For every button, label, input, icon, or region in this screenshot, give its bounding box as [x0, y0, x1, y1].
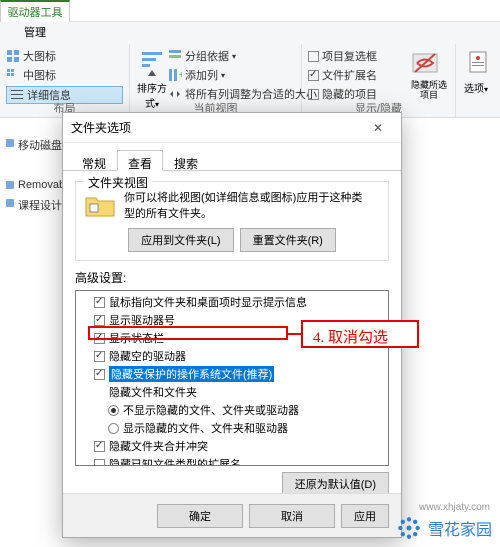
watermark: 雪花家园 [396, 515, 492, 541]
tree-show-tooltip[interactable]: 鼠标指向文件夹和桌面项时显示提示信息 [80, 293, 384, 311]
ribbon-body: 大图标 中图标 详细信息 布局 排序方式▾ 分组依据 ▾ +添加列 ▾ 将所有列… [0, 44, 500, 118]
folder-view-group-title: 文件夹视图 [84, 174, 152, 191]
view-medium-icons[interactable]: 中图标 [6, 67, 123, 83]
contextual-tab-drive-tools[interactable]: 驱动器工具 [0, 0, 70, 22]
folder-view-groupbox: 文件夹视图 你可以将此视图(如详细信息或图标)应用于这种类型的所有文件夹。 应用… [75, 181, 389, 261]
ok-button[interactable]: 确定 [157, 504, 243, 528]
options-icon[interactable] [462, 48, 494, 80]
watermark-url: www.xhjaty.com [419, 502, 490, 513]
contextual-subtab-manage[interactable]: 管理 [0, 22, 70, 44]
dialog-title-text: 文件夹选项 [71, 113, 131, 143]
medium-icons-icon [6, 68, 20, 82]
tab-view[interactable]: 查看 [117, 150, 163, 171]
snowflake-icon [396, 515, 422, 541]
tree-hide-known-ext[interactable]: 隐藏已知文件类型的扩展名 [80, 455, 384, 466]
dialog-footer: 确定 取消 应用 [63, 493, 401, 537]
apply-to-folders-button[interactable]: 应用到文件夹(L) [128, 228, 233, 252]
large-icons-icon [6, 49, 20, 63]
annotation-callout: 4. 取消勾选 [301, 320, 419, 348]
ribbon-tab-strip: 驱动器工具 [0, 0, 500, 22]
file-ext-toggle[interactable]: 文件扩展名 [308, 67, 409, 83]
nav-course[interactable]: 课程设计 [0, 194, 68, 216]
group-by[interactable]: 分组依据 ▾ [168, 48, 317, 64]
advanced-settings-label: 高级设置: [75, 269, 389, 286]
tree-hide-empty-drives[interactable]: 隐藏空的驱动器 [80, 347, 384, 365]
apply-button[interactable]: 应用 [341, 504, 389, 528]
hide-selected-icon[interactable] [409, 48, 441, 80]
view-large-icons[interactable]: 大图标 [6, 48, 123, 64]
add-columns-icon: + [168, 68, 182, 82]
close-icon[interactable]: ✕ [363, 113, 393, 143]
tab-search[interactable]: 搜索 [163, 150, 209, 171]
dialog-tabstrip: 常规 查看 搜索 [63, 143, 401, 171]
sort-by-icon[interactable] [136, 48, 168, 80]
advanced-settings-tree[interactable]: 鼠标指向文件夹和桌面项时显示提示信息 显示驱动器号 显示状态栏 隐藏空的驱动器 … [75, 290, 389, 466]
group-by-icon [168, 49, 182, 63]
cancel-button[interactable]: 取消 [249, 504, 335, 528]
options-label[interactable]: 选项▾ [462, 80, 490, 95]
add-columns[interactable]: +添加列 ▾ [168, 67, 317, 83]
folder-view-desc: 你可以将此视图(如详细信息或图标)应用于这种类型的所有文件夹。 [124, 190, 364, 222]
svg-text:+: + [179, 70, 182, 81]
tree-opt-show-hidden[interactable]: 显示隐藏的文件、文件夹和驱动器 [80, 419, 384, 437]
item-checkboxes-toggle[interactable]: 项目复选框 [308, 48, 409, 64]
tree-hide-protected-os-files[interactable]: 隐藏受保护的操作系统文件(推荐) [80, 365, 384, 383]
tree-hidden-files-folder[interactable]: 隐藏文件和文件夹 [80, 383, 384, 401]
tree-opt-dont-show-hidden[interactable]: 不显示隐藏的文件、文件夹或驱动器 [80, 401, 384, 419]
reset-folders-button[interactable]: 重置文件夹(R) [240, 228, 336, 252]
tree-hide-merge-conflict[interactable]: 隐藏文件夹合并冲突 [80, 437, 384, 455]
fit-columns-icon [168, 87, 182, 101]
folder-icon [84, 190, 116, 222]
tab-general[interactable]: 常规 [71, 150, 117, 171]
watermark-text: 雪花家园 [428, 516, 492, 540]
dialog-titlebar: 文件夹选项 ✕ [63, 113, 401, 143]
hide-selected-label: 隐藏所选项目 [409, 80, 449, 100]
